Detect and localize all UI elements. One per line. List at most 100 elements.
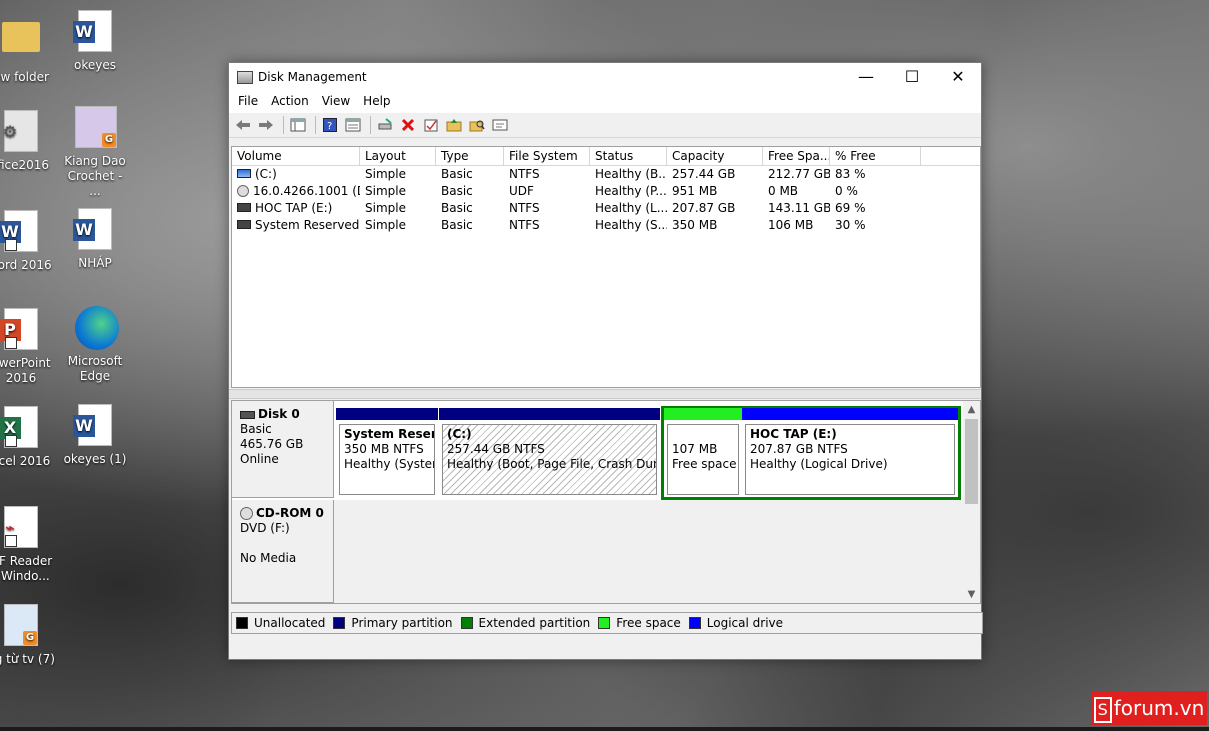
forward-arrow-icon[interactable] <box>256 116 276 134</box>
desktop-icon-powerpoint2016[interactable]: P owerPoint 2016 <box>0 308 56 386</box>
desktop-icon-label: xcel 2016 <box>0 454 51 468</box>
disk-type: Basic <box>240 422 272 436</box>
title-bar[interactable]: Disk Management — ☐ ✕ <box>229 63 981 91</box>
cell-status: Healthy (L... <box>595 201 667 215</box>
desktop-icon-label: NHÁP <box>78 256 112 270</box>
pdf-app-icon: ⌁ <box>4 506 38 548</box>
column-header-percent-free[interactable]: % Free <box>830 147 921 165</box>
disk-0-label[interactable]: Disk 0 Basic 465.76 GB Online <box>232 401 334 498</box>
column-header-capacity[interactable]: Capacity <box>667 147 763 165</box>
window-title: Disk Management <box>258 70 367 84</box>
partition-details: (C:) 257.44 GB NTFS Healthy (Boot, Page … <box>442 424 657 495</box>
menu-view[interactable]: View <box>317 91 355 113</box>
scrollbar-thumb[interactable] <box>965 419 978 504</box>
partition-details: HOC TAP (E:) 207.87 GB NTFS Healthy (Log… <box>745 424 955 495</box>
close-button[interactable]: ✕ <box>935 63 981 91</box>
folder-up-icon[interactable] <box>444 116 464 134</box>
desktop-icon-edge[interactable]: Microsoft Edge <box>60 306 130 384</box>
legend-label: Extended partition <box>478 616 591 630</box>
desktop-icon-okeyes-1[interactable]: W okeyes (1) <box>60 404 130 467</box>
column-header-file-system[interactable]: File System <box>504 147 590 165</box>
partition-e[interactable]: HOC TAP (E:) 207.87 GB NTFS Healthy (Log… <box>742 408 958 498</box>
pane-splitter[interactable] <box>229 389 981 399</box>
scroll-down-arrow-icon[interactable]: ▼ <box>963 586 980 603</box>
cell-file-system: UDF <box>509 184 534 198</box>
desktop-icon-okeyes[interactable]: W okeyes <box>60 10 130 73</box>
cell-status: Healthy (B... <box>595 167 667 181</box>
help-icon[interactable]: ? <box>320 116 340 134</box>
back-arrow-icon[interactable] <box>233 116 253 134</box>
checklist-icon[interactable] <box>421 116 441 134</box>
image-file-icon: G <box>4 604 38 646</box>
desktop-icon-tu-tv[interactable]: G ng từ tv (7) <box>0 604 56 667</box>
cell-capacity: 257.44 GB <box>672 167 736 181</box>
desktop-icon-word2016[interactable]: W Vord 2016 <box>0 210 56 273</box>
desktop-icon-label: Microsoft Edge <box>67 354 123 383</box>
cell-type: Basic <box>441 218 473 232</box>
partition-legend: Unallocated Primary partition Extended p… <box>231 612 983 634</box>
desktop-icon-excel2016[interactable]: X xcel 2016 <box>0 406 56 469</box>
legend-swatch <box>236 617 248 629</box>
cell-capacity: 951 MB <box>672 184 718 198</box>
vertical-scrollbar[interactable]: ▲ ▼ <box>963 401 980 603</box>
connect-drive-icon[interactable] <box>375 116 395 134</box>
partition-system-reserved[interactable]: System Reserve 350 MB NTFS Healthy (Syst… <box>336 408 438 498</box>
cdrom-0-label[interactable]: CD-ROM 0 DVD (F:) No Media <box>232 500 334 603</box>
search-folder-icon[interactable] <box>467 116 487 134</box>
disk-name: Disk 0 <box>258 407 300 421</box>
desktop-icon-label: Kiang Dao Crochet - ... <box>64 154 126 198</box>
desktop-icon-office2016[interactable]: ⚙ ffice2016 <box>0 110 56 173</box>
menu-help[interactable]: Help <box>358 91 395 113</box>
powerpoint-app-icon: P <box>0 308 38 350</box>
desktop-icon-kiang-dao[interactable]: G Kiang Dao Crochet - ... <box>60 106 130 199</box>
disk-state: Online <box>240 452 279 466</box>
legend-unallocated: Unallocated <box>236 616 325 630</box>
scroll-up-arrow-icon[interactable]: ▲ <box>963 401 980 418</box>
cell-layout: Simple <box>365 201 406 215</box>
cell-percent-free: 69 % <box>835 201 866 215</box>
console-tree-icon[interactable] <box>288 116 308 134</box>
cell-volume: HOC TAP (E:) <box>232 200 360 217</box>
table-row[interactable]: (C:) Simple Basic NTFS Healthy (B... 257… <box>232 166 980 183</box>
minimize-button[interactable]: — <box>843 63 889 91</box>
cell-percent-free: 30 % <box>835 218 866 232</box>
desktop-icon-pdf-reader[interactable]: ⌁ DF Reader r Windo... <box>0 506 56 584</box>
partition-status: Healthy (System, <box>344 457 434 471</box>
settings-gear-icon: ⚙ <box>3 110 38 152</box>
cdrom-empty-area <box>334 500 963 603</box>
partition-c[interactable]: (C:) 257.44 GB NTFS Healthy (Boot, Page … <box>439 408 660 498</box>
disk-graphical-view[interactable]: Disk 0 Basic 465.76 GB Online System Res… <box>231 400 981 604</box>
desktop-icon-label: DF Reader r Windo... <box>0 554 53 583</box>
table-row[interactable]: HOC TAP (E:) Simple Basic NTFS Healthy (… <box>232 200 980 217</box>
volume-list[interactable]: Volume Layout Type File System Status Ca… <box>231 146 981 388</box>
cdrom-state: No Media <box>240 551 297 565</box>
desktop-icon-new-folder[interactable]: ew folder <box>0 12 56 85</box>
column-header-layout[interactable]: Layout <box>360 147 436 165</box>
column-header-free-space[interactable]: Free Spa... <box>763 147 830 165</box>
toolbar-separator <box>370 116 371 134</box>
legend-swatch <box>598 617 611 629</box>
partition-status: Healthy (Logical Drive) <box>750 457 888 471</box>
word-document-icon: W <box>73 208 112 250</box>
desktop-icon-nhap[interactable]: W NHÁP <box>60 208 130 271</box>
legend-logical: Logical drive <box>688 616 784 630</box>
menu-action[interactable]: Action <box>266 91 314 113</box>
delete-icon[interactable] <box>398 116 418 134</box>
menu-file[interactable]: File <box>233 91 263 113</box>
column-header-status[interactable]: Status <box>590 147 667 165</box>
cell-free-space: 106 MB <box>768 218 814 232</box>
table-row[interactable]: System Reserved Simple Basic NTFS Health… <box>232 217 980 234</box>
column-header-volume[interactable]: Volume <box>232 147 360 165</box>
partition-free-space[interactable]: 107 MB Free space <box>664 408 742 498</box>
disc-drive-icon <box>237 184 249 197</box>
console-view-icon[interactable] <box>490 116 510 134</box>
toolbar-separator <box>315 116 316 134</box>
maximize-button[interactable]: ☐ <box>889 63 935 91</box>
table-row[interactable]: 16.0.4266.1001 (D:) Simple Basic UDF Hea… <box>232 183 980 200</box>
cell-free-space: 143.11 GB <box>768 201 830 215</box>
legend-label: Logical drive <box>706 616 784 630</box>
primary-partition-bar <box>439 408 660 420</box>
properties-icon[interactable] <box>343 116 363 134</box>
disk-management-app-icon <box>237 71 253 84</box>
column-header-type[interactable]: Type <box>436 147 504 165</box>
